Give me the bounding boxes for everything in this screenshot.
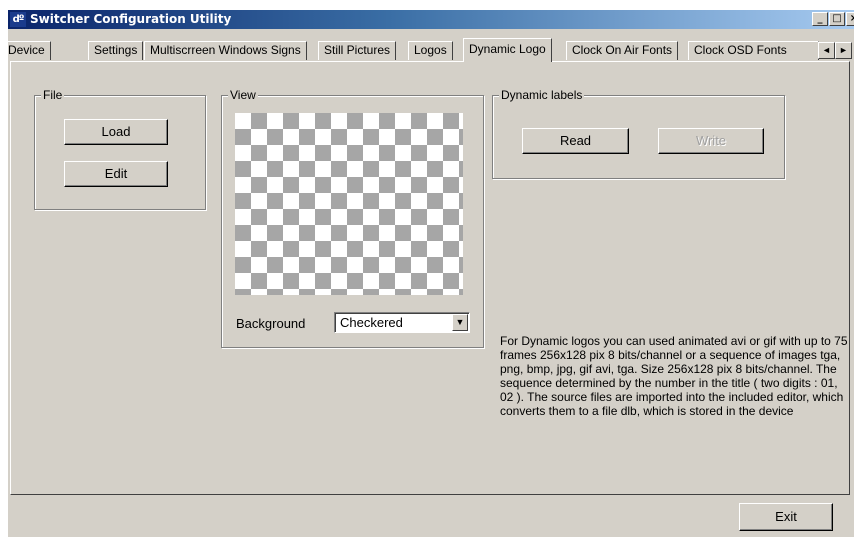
view-group-title: View bbox=[228, 88, 258, 102]
read-button[interactable]: Read bbox=[522, 128, 629, 154]
dynamic-labels-group-title: Dynamic labels bbox=[499, 88, 585, 102]
tab-clock-on-air-fonts[interactable]: Clock On Air Fonts bbox=[566, 41, 679, 60]
maximize-button[interactable]: □ bbox=[829, 12, 845, 26]
tab-multiscreen-windows-signs[interactable]: Multiscrreen Windows Signs bbox=[144, 41, 307, 60]
tab-still-pictures[interactable]: Still Pictures bbox=[318, 41, 397, 60]
tab-device[interactable]: Device bbox=[8, 41, 51, 60]
minimize-button[interactable]: _ bbox=[812, 12, 828, 26]
main-window: dº Switcher Configuration Utility _ □ × … bbox=[8, 10, 854, 537]
load-button[interactable]: Load bbox=[64, 119, 168, 145]
tab-logos[interactable]: Logos bbox=[408, 41, 453, 60]
tab-scroll-right-icon[interactable]: ► bbox=[835, 42, 852, 59]
tab-settings[interactable]: Settings bbox=[88, 41, 144, 60]
file-group: File bbox=[34, 88, 206, 210]
background-label: Background bbox=[236, 316, 306, 331]
app-icon[interactable]: dº bbox=[10, 12, 26, 27]
chevron-down-icon[interactable]: ▼ bbox=[452, 314, 468, 331]
tab-scroll-left-icon[interactable]: ◄ bbox=[818, 42, 835, 59]
edit-button[interactable]: Edit bbox=[64, 161, 168, 187]
file-group-title: File bbox=[41, 88, 65, 102]
background-select-value: Checkered bbox=[340, 315, 403, 330]
title-bar[interactable]: dº Switcher Configuration Utility _ □ × bbox=[8, 10, 854, 29]
close-button[interactable]: × bbox=[846, 12, 854, 26]
tab-dynamic-logo[interactable]: Dynamic Logo bbox=[463, 38, 552, 62]
write-button[interactable]: Write bbox=[658, 128, 764, 154]
background-select[interactable]: Checkered ▼ bbox=[334, 312, 470, 333]
tab-clock-osd-fonts[interactable]: Clock OSD Fonts bbox=[688, 41, 819, 60]
window-title: Switcher Configuration Utility bbox=[30, 12, 232, 26]
dynamic-logo-info-text: For Dynamic logos you can used animated … bbox=[500, 334, 848, 418]
exit-button[interactable]: Exit bbox=[739, 503, 833, 531]
logo-preview-checkerboard bbox=[235, 113, 463, 295]
